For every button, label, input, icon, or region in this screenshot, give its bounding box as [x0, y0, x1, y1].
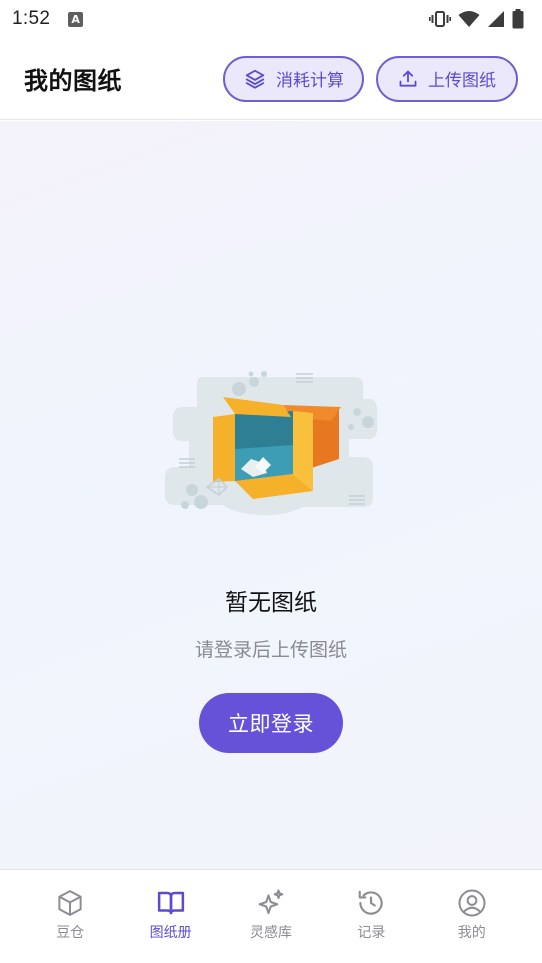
- upload-pattern-button[interactable]: 上传图纸: [376, 55, 518, 102]
- status-time: 1:52: [12, 8, 51, 29]
- notification-a-icon: A: [68, 11, 84, 27]
- user-circle-icon: [458, 889, 486, 917]
- wifi-icon: [458, 11, 480, 27]
- empty-state-title: 暂无图纸: [225, 590, 317, 616]
- layers-icon: [245, 69, 265, 89]
- nav-label: 记录: [357, 925, 386, 941]
- nav-label: 豆仓: [56, 925, 85, 941]
- status-bar: 1:52 A: [0, 0, 542, 38]
- nav-item-bean-warehouse[interactable]: 豆仓: [30, 870, 110, 963]
- login-button[interactable]: 立即登录: [199, 693, 343, 753]
- page-title: 我的图纸: [24, 67, 122, 95]
- book-icon: [157, 891, 184, 915]
- nav-item-profile[interactable]: 我的: [432, 870, 512, 963]
- empty-state-subtitle: 请登录后上传图纸: [194, 639, 347, 661]
- history-icon: [359, 890, 383, 915]
- signal-icon: [488, 11, 504, 27]
- consume-calc-button[interactable]: 消耗计算: [223, 55, 364, 102]
- upload-pattern-label: 上传图纸: [428, 71, 496, 91]
- status-icons: [429, 9, 524, 29]
- nav-item-records[interactable]: 记录: [331, 870, 411, 963]
- nav-item-pattern-book[interactable]: 图纸册: [131, 870, 211, 963]
- app-header: 我的图纸 消耗计算 上传图纸: [0, 38, 542, 120]
- upload-icon: [399, 70, 417, 87]
- nav-item-inspiration[interactable]: 灵感库: [231, 870, 311, 963]
- vibrate-icon: [429, 11, 451, 27]
- sparkle-icon: [258, 889, 284, 914]
- nav-label: 图纸册: [149, 925, 192, 941]
- cube-icon: [58, 890, 82, 916]
- consume-calc-label: 消耗计算: [276, 71, 344, 91]
- empty-box-illustration: [165, 371, 377, 516]
- nav-label: 灵感库: [249, 925, 292, 941]
- nav-label: 我的: [457, 925, 486, 941]
- header-actions: 消耗计算 上传图纸: [223, 55, 518, 102]
- main-content: 暂无图纸 请登录后上传图纸 立即登录: [0, 121, 542, 869]
- bottom-nav: 豆仓 图纸册 灵感库 记录 我的: [0, 869, 542, 963]
- battery-icon: [512, 9, 524, 29]
